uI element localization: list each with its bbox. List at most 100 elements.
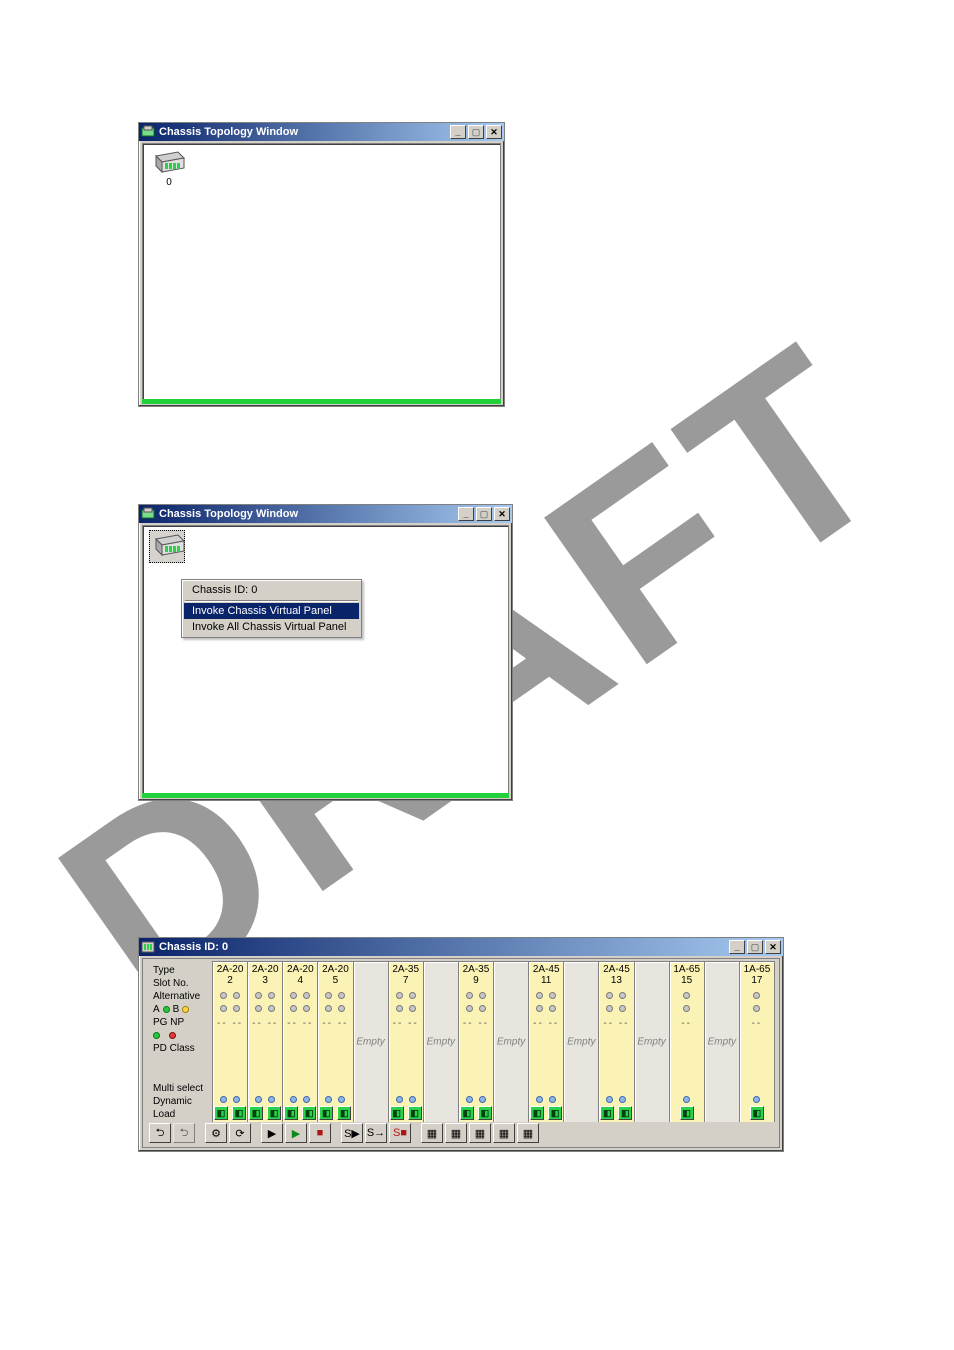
dynload-button[interactable]: ◧ (530, 1106, 544, 1120)
titlebar[interactable]: Chassis Topology Window _ ▢ ✕ (139, 505, 512, 523)
multiselect-led[interactable] (479, 1096, 486, 1103)
minimize-button[interactable]: _ (729, 940, 745, 954)
label-type: Type (153, 964, 209, 977)
slot-filled[interactable]: 2A-357-- --◧◧ (388, 961, 424, 1123)
multiselect-led[interactable] (233, 1096, 240, 1103)
slot-filled[interactable]: 2A-204-- --◧◧ (282, 961, 318, 1123)
multiselect-led[interactable] (290, 1096, 297, 1103)
multiselect-led[interactable] (303, 1096, 310, 1103)
minimize-button[interactable]: _ (458, 507, 474, 521)
close-button[interactable]: ✕ (494, 507, 510, 521)
multiselect-led[interactable] (606, 1096, 613, 1103)
slot-type: 1A-65 (673, 962, 700, 975)
multiselect-led[interactable] (338, 1096, 345, 1103)
chip3-icon[interactable]: ▦ (469, 1123, 491, 1143)
close-button[interactable]: ✕ (486, 125, 502, 139)
multiselect-led[interactable] (268, 1096, 275, 1103)
scan-icon[interactable]: ⚙ (205, 1123, 227, 1143)
chassis-node-label: 0 (151, 177, 187, 188)
led-icon (409, 1005, 416, 1012)
dynload-button[interactable]: ◧ (408, 1106, 422, 1120)
context-menu-item-invoke-all[interactable]: Invoke All Chassis Virtual Panel (184, 619, 359, 635)
dynload-button[interactable]: ◧ (319, 1106, 333, 1120)
multiselect-led[interactable] (536, 1096, 543, 1103)
maximize-button[interactable]: ▢ (476, 507, 492, 521)
slot-filled[interactable]: 2A-202-- --◧◧ (212, 961, 248, 1123)
led-icon (683, 992, 690, 999)
chip1-icon[interactable]: ▦ (421, 1123, 443, 1143)
nav-back-icon[interactable]: ⮌ (149, 1123, 171, 1143)
multiselect-led[interactable] (619, 1096, 626, 1103)
dynload-button[interactable]: ◧ (249, 1106, 263, 1120)
dynload-button[interactable]: ◧ (302, 1106, 316, 1120)
label-pgnp: PG NP (153, 1016, 209, 1029)
slot-filled[interactable]: 2A-359-- --◧◧ (458, 961, 494, 1123)
multiselect-led[interactable] (255, 1096, 262, 1103)
minimize-button[interactable]: _ (450, 125, 466, 139)
empty-label: Empty (708, 1037, 736, 1048)
dynload-button[interactable]: ◧ (618, 1106, 632, 1120)
dynload-button[interactable]: ◧ (680, 1106, 694, 1120)
multiselect-led[interactable] (683, 1096, 690, 1103)
multiselect-led[interactable] (325, 1096, 332, 1103)
pd-class-value: -- (752, 1018, 763, 1029)
led-icon (268, 992, 275, 999)
multiselect-led[interactable] (466, 1096, 473, 1103)
context-menu-header: Chassis ID: 0 (184, 582, 359, 598)
maximize-button[interactable]: ▢ (468, 125, 484, 139)
multiselect-led[interactable] (753, 1096, 760, 1103)
chip5-icon[interactable]: ▦ (517, 1123, 539, 1143)
dynload-button[interactable]: ◧ (267, 1106, 281, 1120)
nav-back2-icon[interactable]: ⮌ (173, 1123, 195, 1143)
slot-filled[interactable]: 1A-6515--◧ (669, 961, 705, 1123)
slot-filled[interactable]: 2A-203-- --◧◧ (247, 961, 283, 1123)
multiselect-led[interactable] (396, 1096, 403, 1103)
dynload-button[interactable]: ◧ (600, 1106, 614, 1120)
empty-label: Empty (356, 1037, 384, 1048)
dynload-button[interactable]: ◧ (478, 1106, 492, 1120)
led-icon (220, 1005, 227, 1012)
slot-filled[interactable]: 1A-6517--◧ (739, 961, 775, 1123)
led-icon (536, 1005, 543, 1012)
slot-empty: Empty (493, 961, 529, 1123)
pd-class-value: -- -- (463, 1018, 489, 1029)
chassis-node-selected[interactable] (149, 530, 185, 563)
dynload-button[interactable]: ◧ (548, 1106, 562, 1120)
sd-red-icon[interactable]: S■ (389, 1123, 411, 1143)
empty-label: Empty (497, 1037, 525, 1048)
slot-filled[interactable]: 2A-4513-- --◧◧ (598, 961, 634, 1123)
dynload-button[interactable]: ◧ (750, 1106, 764, 1120)
slot-type: 2A-35 (463, 962, 490, 975)
maximize-button[interactable]: ▢ (747, 940, 763, 954)
dynload-button[interactable]: ◧ (390, 1106, 404, 1120)
play-green-icon[interactable]: ▶ (285, 1123, 307, 1143)
multiselect-led[interactable] (409, 1096, 416, 1103)
pd-class-value: -- -- (287, 1018, 313, 1029)
chip4-icon[interactable]: ▦ (493, 1123, 515, 1143)
play-icon[interactable]: ▶ (261, 1123, 283, 1143)
chip2-icon[interactable]: ▦ (445, 1123, 467, 1143)
refresh-icon[interactable]: ⟳ (229, 1123, 251, 1143)
stop-icon[interactable]: ■ (309, 1123, 331, 1143)
multiselect-led[interactable] (220, 1096, 227, 1103)
context-menu[interactable]: Chassis ID: 0 Invoke Chassis Virtual Pan… (181, 579, 362, 638)
slot-filled[interactable]: 2A-205-- --◧◧ (317, 961, 353, 1123)
close-button[interactable]: ✕ (765, 940, 781, 954)
label-alt: Alternative (153, 990, 209, 1003)
dynload-button[interactable]: ◧ (214, 1106, 228, 1120)
dynload-button[interactable]: ◧ (232, 1106, 246, 1120)
sd-arrow-icon[interactable]: S→ (365, 1123, 387, 1143)
dynload-button[interactable]: ◧ (284, 1106, 298, 1120)
sd-icon[interactable]: S▶ (341, 1123, 363, 1143)
led-icon (536, 992, 543, 999)
multiselect-led[interactable] (549, 1096, 556, 1103)
window-title: Chassis Topology Window (159, 126, 448, 138)
dynload-button[interactable]: ◧ (460, 1106, 474, 1120)
chassis-node[interactable]: 0 (151, 150, 187, 188)
context-menu-item-invoke[interactable]: Invoke Chassis Virtual Panel (184, 603, 359, 619)
slot-filled[interactable]: 2A-4511-- --◧◧ (528, 961, 564, 1123)
titlebar[interactable]: Chassis ID: 0 _ ▢ ✕ (139, 938, 783, 956)
dynload-button[interactable]: ◧ (337, 1106, 351, 1120)
titlebar[interactable]: Chassis Topology Window _ ▢ ✕ (139, 123, 504, 141)
led-icon (619, 992, 626, 999)
